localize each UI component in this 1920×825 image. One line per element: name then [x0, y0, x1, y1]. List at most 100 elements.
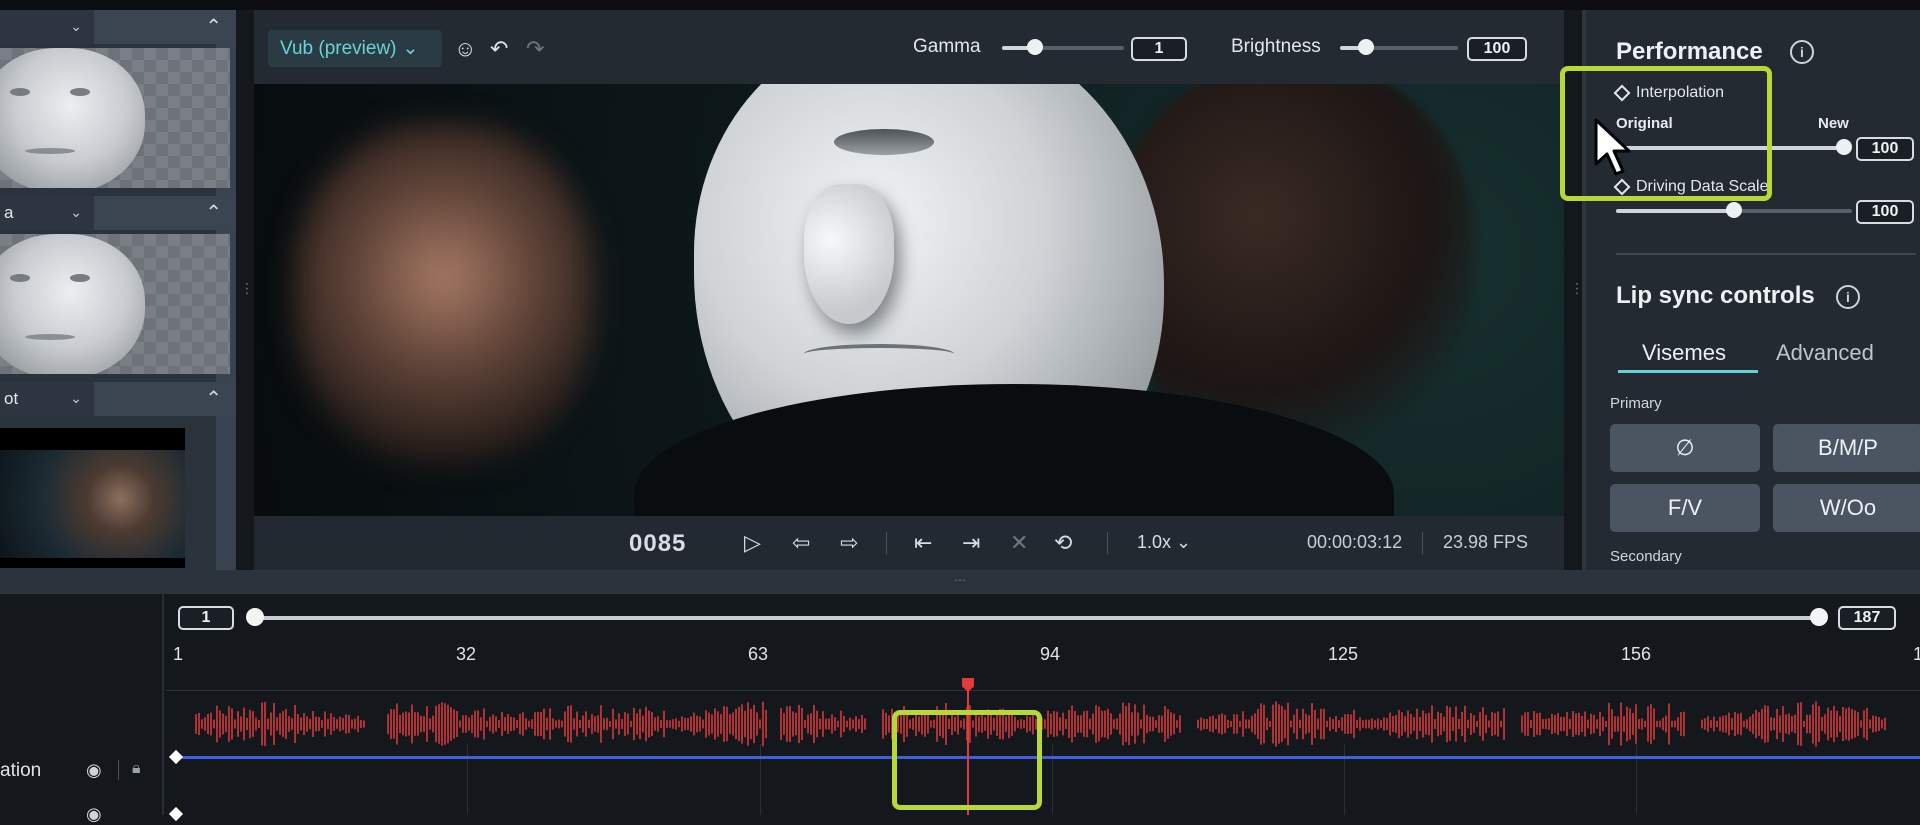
gamma-label: Gamma	[913, 36, 981, 57]
range-start-knob[interactable]	[246, 608, 264, 626]
gridline	[467, 744, 468, 815]
gamma-slider[interactable]	[1002, 39, 1124, 55]
lock-icon[interactable]: 🔒︎	[132, 760, 141, 778]
gamma-value-field[interactable]: 1	[1131, 37, 1187, 61]
ruler-tick: 1	[173, 644, 184, 664]
primary-label: Primary	[1610, 395, 1662, 412]
info-icon[interactable]: i	[1790, 40, 1814, 64]
viseme-fv-button[interactable]: F/V	[1610, 484, 1760, 532]
top-bar	[0, 0, 1920, 10]
step-back-icon[interactable]: ⇦	[792, 530, 810, 556]
fps-readout: 23.98 FPS	[1443, 532, 1529, 552]
ruler-tick: 63	[748, 644, 769, 664]
track-label: ation	[0, 760, 42, 781]
driving-data-scale-slider-knob[interactable]	[1726, 202, 1742, 218]
performance-title: Performance	[1616, 38, 1763, 65]
go-to-end-icon[interactable]: ⇥	[962, 530, 980, 556]
current-frame: 0085	[629, 530, 687, 557]
visibility-eye-icon[interactable]: ◉	[86, 760, 102, 781]
audio-waveform[interactable]	[166, 694, 1920, 754]
animation-curve-line[interactable]	[175, 756, 1920, 759]
step-forward-icon[interactable]: ⇨	[840, 530, 858, 556]
media-header-2[interactable]: a ⌄ ⌃	[0, 196, 236, 230]
timeline-splitter-handle[interactable]: ⋯	[0, 570, 1920, 594]
viseme-woo-button[interactable]: W/Oo	[1773, 484, 1920, 532]
ruler-divider	[166, 690, 1920, 691]
secondary-label: Secondary	[1610, 548, 1682, 565]
section-divider	[1616, 253, 1916, 255]
brightness-slider[interactable]	[1340, 39, 1458, 55]
media-label-2: a	[4, 203, 14, 222]
go-to-start-icon[interactable]: ⇤	[914, 530, 932, 556]
undo-icon[interactable]: ↶	[490, 36, 508, 62]
gridline	[1052, 744, 1053, 815]
playback-speed-label: 1.0x	[1137, 532, 1172, 552]
separator	[886, 532, 887, 554]
ruler-tick: 94	[1040, 644, 1061, 664]
separator	[1422, 532, 1423, 554]
loop-icon[interactable]: ⟲	[1054, 530, 1072, 556]
range-end-field[interactable]: 187	[1838, 606, 1896, 630]
interpolation-slider-knob[interactable]	[1836, 139, 1852, 155]
collapse-icon[interactable]: ⌃	[205, 386, 222, 411]
video-thumbnail[interactable]	[0, 428, 185, 568]
chevron-down-icon[interactable]: ⌄	[70, 390, 82, 407]
driving-data-scale-slider-fill	[1616, 209, 1734, 213]
media-header-3[interactable]: ot ⌄ ⌃	[0, 382, 236, 416]
active-tab-indicator	[1618, 370, 1758, 373]
interpolation-value-field[interactable]: 100	[1856, 137, 1914, 161]
ruler-tick: 32	[456, 644, 477, 664]
gamma-slider-knob[interactable]	[1026, 39, 1043, 55]
separator	[118, 760, 119, 780]
tab-visemes[interactable]: Visemes	[1642, 340, 1726, 366]
collapse-icon[interactable]: ⌃	[205, 14, 222, 39]
render-viewport[interactable]	[254, 84, 1564, 516]
timecode: 00:00:03:12	[1307, 532, 1403, 552]
driving-data-scale-value-field[interactable]: 100	[1856, 200, 1914, 224]
range-end-knob[interactable]	[1810, 608, 1828, 626]
face-thumbnail-1[interactable]	[0, 48, 230, 188]
collapse-icon[interactable]: ⌃	[205, 200, 222, 225]
brightness-value-field[interactable]: 100	[1467, 37, 1527, 61]
media-select-3[interactable]: ot ⌄	[0, 382, 94, 416]
left-splitter-handle[interactable]: ⋮	[240, 280, 254, 297]
media-header-1[interactable]: ⌄ ⌃	[0, 10, 236, 44]
media-panel: ⌄ ⌃ a ⌄ ⌃ ot ⌄ ⌃	[0, 10, 236, 570]
face-icon[interactable]: ☺	[454, 36, 476, 62]
redo-icon[interactable]: ↷	[526, 36, 544, 62]
media-select-2[interactable]: a ⌄	[0, 196, 94, 230]
mouse-cursor-icon	[1594, 118, 1631, 176]
viewport-toolbar: Vub (preview) ⌄ ☺ ↶ ↷ Gamma 1 Brightness…	[254, 10, 1564, 84]
driving-data-scale-slider[interactable]	[1616, 202, 1852, 218]
gridline	[1344, 744, 1345, 815]
ruler-tick: 125	[1328, 644, 1359, 664]
face-thumbnail-2[interactable]	[0, 234, 230, 374]
brightness-slider-knob[interactable]	[1357, 39, 1374, 55]
new-label: New	[1818, 115, 1849, 132]
viewport: Vub (preview) ⌄ ☺ ↶ ↷ Gamma 1 Brightness…	[254, 10, 1564, 570]
lipsync-title: Lip sync controls	[1616, 282, 1815, 309]
preview-mode-select[interactable]: Vub (preview) ⌄	[268, 30, 442, 67]
ruler-tick: 1	[1913, 644, 1920, 664]
video-background-face	[294, 124, 594, 464]
range-start-field[interactable]: 1	[178, 606, 234, 630]
preview-mode-label: Vub (preview)	[280, 37, 397, 59]
playback-speed-select[interactable]: 1.0x ⌄	[1137, 532, 1191, 553]
keyframe-diamond-icon[interactable]	[168, 806, 184, 822]
chevron-down-icon[interactable]: ⌄	[70, 204, 82, 221]
transport-bar: 0085 ▷ ⇦ ⇨ ⇤ ⇥ ✕ ⟲ 1.0x ⌄ 00:00:03:12 23…	[254, 516, 1564, 570]
tab-advanced[interactable]: Advanced	[1776, 340, 1874, 366]
info-icon[interactable]: i	[1836, 285, 1860, 309]
viseme-bmp-button[interactable]: B/M/P	[1773, 424, 1920, 472]
viseme-neutral-button[interactable]: ∅	[1610, 424, 1760, 472]
highlight-box-timeline	[892, 710, 1042, 810]
right-splitter-handle[interactable]: ⋮	[1570, 280, 1584, 297]
media-select-1[interactable]: ⌄	[0, 10, 94, 44]
brightness-label: Brightness	[1231, 36, 1321, 57]
play-icon[interactable]: ▷	[744, 530, 761, 556]
close-icon[interactable]: ✕	[1010, 530, 1028, 556]
frame-range-slider[interactable]	[254, 616, 1818, 620]
frame-ruler[interactable]: 1 32 63 94 125 156 1	[166, 644, 1920, 684]
chevron-down-icon[interactable]: ⌄	[70, 18, 82, 35]
video-hair	[1114, 84, 1474, 444]
